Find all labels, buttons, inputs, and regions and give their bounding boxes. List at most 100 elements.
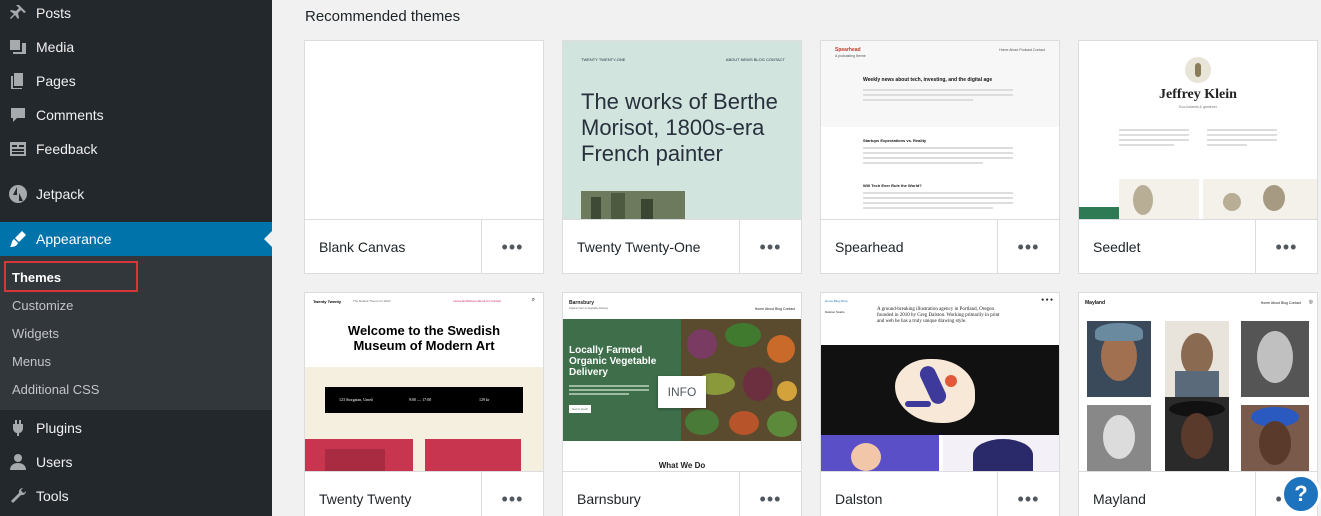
preview-tagline: Organic Farm & Vegetable Delivery (569, 307, 609, 310)
users-icon (0, 452, 36, 472)
sidebar-item-users[interactable]: Users (0, 445, 272, 479)
submenu-item-customize[interactable]: Customize (12, 298, 73, 313)
brush-icon (0, 229, 36, 249)
help-button[interactable]: ? (1281, 474, 1321, 514)
preview-logo: Mayland (1085, 300, 1106, 306)
theme-screenshot[interactable]: Home Blog Shop ● ● ● Dalston Studio A gr… (821, 293, 1059, 471)
jetpack-icon (0, 184, 36, 204)
pin-icon (0, 3, 36, 23)
sidebar-item-pages[interactable]: Pages (0, 64, 272, 98)
preview-nav: Home Blog Shop (825, 299, 848, 303)
theme-screenshot[interactable]: Spearhead A podcasting theme Home About … (821, 41, 1059, 219)
theme-screenshot[interactable]: Jeffrey Klein Eco-botanist & gardener (1079, 41, 1317, 219)
theme-name: Dalston (835, 491, 883, 507)
preview-logo: Barnsbury (569, 300, 595, 306)
preview-logo: Dalston Studio (825, 310, 845, 314)
preview-subheading-2: Will Tech Ever Rule the World? (863, 183, 922, 188)
preview-heading: Weekly news about tech, investing, and t… (863, 77, 993, 83)
theme-card-seedlet[interactable]: Jeffrey Klein Eco-botanist & gardener Se… (1078, 40, 1318, 274)
feedback-icon (0, 139, 36, 159)
preview-price: 129 kr (479, 397, 490, 402)
theme-card-blank-canvas[interactable]: Blank Canvas ••• (304, 40, 544, 274)
theme-name: Barnsbury (577, 491, 641, 507)
preview-heading: The works of Berthe Morisot, 1800s-era F… (581, 89, 778, 166)
more-options-button[interactable]: ••• (1255, 220, 1317, 273)
theme-name: Twenty Twenty (319, 491, 412, 507)
preview-photo (1087, 321, 1151, 397)
more-options-button[interactable]: ••• (739, 472, 801, 516)
sidebar-item-media[interactable]: Media (0, 30, 272, 64)
sidebar-item-appearance[interactable]: Appearance (0, 222, 272, 256)
theme-card-barnsbury[interactable]: Barnsbury Organic Farm & Vegetable Deliv… (562, 292, 802, 516)
theme-name: Mayland (1093, 491, 1146, 507)
preview-nav: ABOUT NEWS BLOG CONTACT (725, 57, 785, 62)
active-indicator (264, 231, 272, 247)
preview-intro-text: A ground-breaking illustration agency in… (877, 307, 1000, 324)
theme-name: Spearhead (835, 239, 904, 255)
preview-cta: Get in touch (569, 405, 592, 413)
preview-illustration (821, 345, 1059, 435)
more-options-button[interactable]: ••• (481, 472, 543, 516)
sidebar-item-comments[interactable]: Comments (0, 98, 272, 132)
theme-name: Twenty Twenty-One (577, 239, 701, 255)
theme-screenshot[interactable]: Mayland Home About Blog Contact ◎ (1079, 293, 1317, 471)
theme-card-dalston[interactable]: Home Blog Shop ● ● ● Dalston Studio A gr… (820, 292, 1060, 516)
preview-heading: Welcome to the Swedish Museum of Modern … (347, 323, 501, 353)
sidebar-item-plugins[interactable]: Plugins (0, 411, 272, 445)
preview-image (581, 191, 685, 219)
theme-card-spearhead[interactable]: Spearhead A podcasting theme Home About … (820, 40, 1060, 274)
info-button[interactable]: INFO (658, 376, 706, 408)
preview-header: TWENTY TWENTY-ONE (581, 57, 626, 62)
sidebar-item-jetpack[interactable]: Jetpack (0, 177, 272, 211)
social-icons: ● ● ● (1041, 297, 1053, 303)
preview-subheading: Startups Expectations vs. Reality (863, 138, 927, 143)
sidebar-item-label: Comments (36, 107, 104, 123)
instagram-icon: ◎ (1308, 299, 1313, 305)
preview-tagline: The Default Theme for 2020 (353, 299, 391, 303)
wrench-icon (0, 486, 36, 506)
theme-footer: Twenty Twenty ••• (305, 471, 543, 516)
theme-screenshot[interactable]: Barnsbury Organic Farm & Vegetable Deliv… (563, 293, 801, 471)
preview-heading: Locally Farmed Organic Vegetable Deliver… (569, 345, 657, 378)
sidebar-item-posts[interactable]: Posts (0, 0, 272, 30)
theme-footer: Seedlet ••• (1079, 219, 1317, 273)
theme-name: Seedlet (1093, 239, 1141, 255)
theme-card-mayland[interactable]: Mayland Home About Blog Contact ◎ Maylan… (1078, 292, 1318, 516)
preview-section-heading: What We Do (658, 461, 706, 470)
preview-subtitle: Eco-botanist & gardener (1179, 105, 1217, 109)
preview-address: 123 Storgatan, Umeå (339, 397, 373, 402)
preview-logo: Twenty Twenty (313, 299, 342, 304)
sidebar-item-label: Plugins (36, 420, 82, 436)
comments-icon (0, 105, 36, 125)
plugin-icon (0, 418, 36, 438)
themes-main: Recommended themes Blank Canvas ••• TWEN… (272, 0, 1321, 516)
theme-card-twenty-twenty[interactable]: Twenty Twenty The Default Theme for 2020… (304, 292, 544, 516)
sidebar-item-feedback[interactable]: Feedback (0, 132, 272, 166)
preview-avatar (1185, 57, 1211, 83)
sidebar-item-tools[interactable]: Tools (0, 479, 272, 513)
theme-screenshot[interactable]: Twenty Twenty The Default Theme for 2020… (305, 293, 543, 471)
submenu-item-additional-css[interactable]: Additional CSS (12, 382, 99, 397)
preview-image-2 (1203, 179, 1317, 219)
theme-screenshot[interactable]: TWENTY TWENTY-ONE ABOUT NEWS BLOG CONTAC… (563, 41, 801, 219)
sidebar-item-label: Posts (36, 5, 72, 21)
more-options-button[interactable]: ••• (997, 220, 1059, 273)
sidebar-item-label: Jetpack (36, 186, 85, 202)
preview-illustration-3 (943, 435, 1059, 471)
more-options-button[interactable]: ••• (739, 220, 801, 273)
submenu-item-menus[interactable]: Menus (12, 354, 51, 369)
preview-nav: Home About Blog Contact (754, 307, 795, 311)
theme-footer: Twenty Twenty-One ••• (563, 219, 801, 273)
more-options-button[interactable]: ••• (997, 472, 1059, 516)
theme-name: Blank Canvas (319, 239, 406, 255)
submenu-item-widgets[interactable]: Widgets (12, 326, 59, 341)
theme-footer: Dalston ••• (821, 471, 1059, 516)
more-options-button[interactable]: ••• (481, 220, 543, 273)
theme-screenshot[interactable] (305, 41, 543, 219)
preview-photo-3 (1241, 321, 1309, 397)
preview-logo: Spearhead (835, 47, 861, 53)
theme-card-twenty-twenty-one[interactable]: TWENTY TWENTY-ONE ABOUT NEWS BLOG CONTAC… (562, 40, 802, 274)
theme-footer: Barnsbury ••• (563, 471, 801, 516)
preview-photo-5 (1165, 397, 1229, 471)
themes-highlight-box (4, 261, 138, 292)
